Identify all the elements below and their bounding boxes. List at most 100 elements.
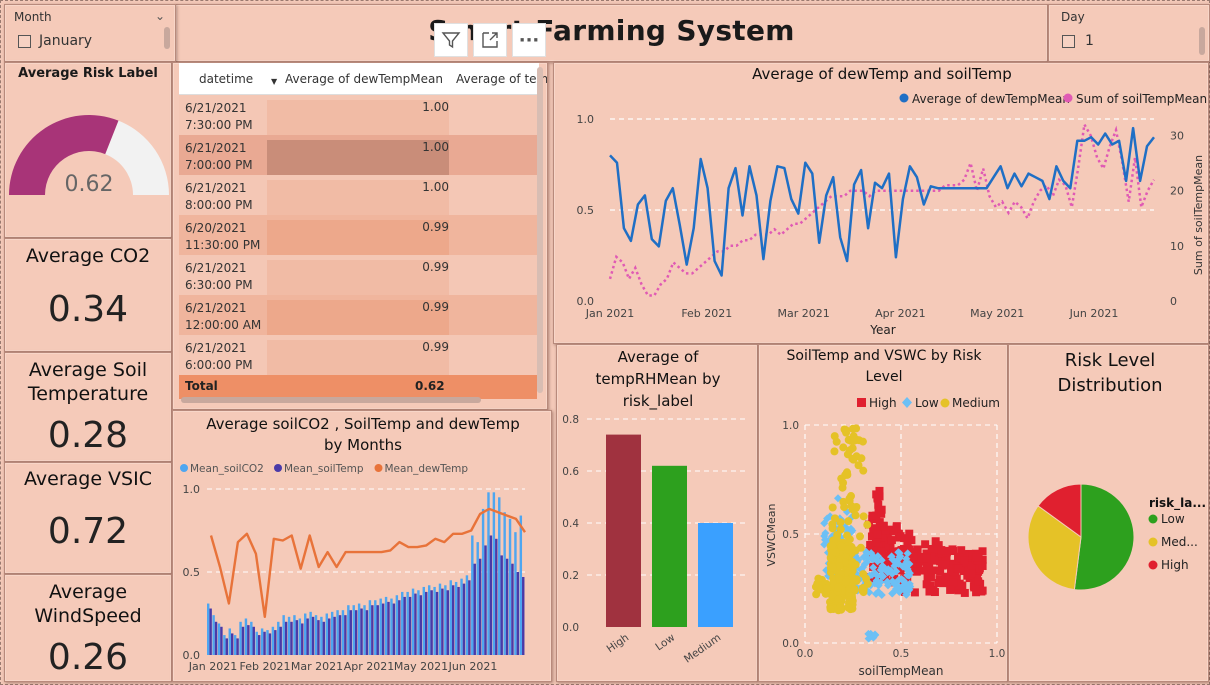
scatter-point-high (905, 529, 914, 538)
bar-soiltemp (360, 608, 363, 655)
legend-marker (1148, 560, 1158, 570)
chart-title-line2: tempRHMean by (596, 370, 721, 388)
x-tick-label: Jan 2021 (188, 660, 237, 673)
kpi-card-vsic[interactable]: Average VSIC 0.72 (4, 462, 172, 574)
y2-axis-label: Sum of soilTempMean (1192, 155, 1205, 275)
month-slicer-value[interactable]: January (39, 33, 92, 49)
bar-soiltemp (236, 638, 239, 655)
risk-gauge-card[interactable]: Average Risk Label 0.62 (4, 62, 172, 238)
x-tick-label: Mar 2021 (777, 307, 829, 320)
chart-title-line3: risk_label (623, 392, 694, 411)
bar-soilco2 (379, 598, 382, 655)
scatter-point-high (972, 553, 981, 562)
data-table[interactable]: datetime ▼ Average of dewTempMean Averag… (172, 62, 548, 410)
temprh-risk-bar-chart[interactable]: Average of tempRHMean by risk_label 0.0 0… (556, 344, 758, 682)
bar-soiltemp (505, 558, 509, 655)
bar-soiltemp (290, 621, 293, 655)
bar-soiltemp (209, 608, 212, 655)
month-slicer-label: Month (14, 10, 52, 24)
legend-label: Mean_soilCO2 (190, 463, 264, 475)
table-row[interactable]: 6/21/2021 6:30:00 PM 0.99 (179, 255, 537, 295)
legend-marker (274, 464, 282, 472)
bar-soiltemp (220, 626, 223, 655)
month-slicer-scrollbar[interactable] (164, 27, 170, 49)
bar-soiltemp (306, 618, 309, 655)
col-header-temp[interactable]: Average of tem (456, 72, 547, 86)
legend-label: Med... (1161, 535, 1198, 549)
kpi-card-soil-temp[interactable]: Average Soil Temperature 0.28 (4, 352, 172, 462)
bar-soilco2 (454, 581, 458, 655)
kpi-card-windspeed[interactable]: Average WindSpeed 0.26 (4, 574, 172, 682)
month-slicer[interactable]: Month ⌄ January (4, 4, 176, 62)
day-checkbox[interactable] (1062, 35, 1075, 48)
day-slicer[interactable]: Day 1 (1048, 4, 1210, 62)
bar-soiltemp (522, 576, 525, 655)
x-tick-label: Jan 2021 (585, 307, 634, 320)
table-row[interactable]: 6/21/2021 7:00:00 PM 1.00 (179, 135, 537, 175)
legend-marker (180, 464, 188, 472)
y-tick-label: 0.0 (562, 622, 579, 634)
bar-soilco2 (282, 615, 285, 655)
bar-soilco2 (390, 598, 393, 655)
months-combo-chart[interactable]: Average soilCO2 , SoilTemp and dewTemp b… (172, 410, 552, 682)
table-row[interactable]: 6/20/2021 11:30:00 PM 0.99 (179, 215, 537, 255)
sort-desc-icon[interactable]: ▼ (271, 77, 277, 86)
bar-soiltemp (446, 590, 450, 655)
y2-tick-label: 10 (1170, 240, 1184, 253)
table-row[interactable]: 6/21/2021 12:00:00 AM 0.99 (179, 295, 537, 335)
x-tick-label: 0.5 (893, 648, 910, 660)
dew-soil-line-chart[interactable]: Average of dewTemp and soilTemp Average … (553, 62, 1209, 344)
soiltemp-vswc-scatter[interactable]: SoilTemp and VSWC by Risk Level High Low… (758, 344, 1008, 682)
kpi-card-co2[interactable]: Average CO2 0.34 (4, 238, 172, 352)
bar-medium (698, 523, 733, 627)
day-slicer-value[interactable]: 1 (1085, 33, 1094, 49)
row-time: 12:00:00 AM (185, 318, 262, 332)
bar-soiltemp (225, 638, 229, 655)
col-header-datetime[interactable]: datetime (199, 72, 253, 86)
chart-title: Average of dewTemp and soilTemp (752, 65, 1012, 83)
col-header-dewtemp[interactable]: Average of dewTempMean (285, 72, 443, 86)
scatter-point-high (937, 546, 946, 555)
combo-chart-svg: Average soilCO2 , SoilTemp and dewTemp b… (180, 415, 526, 673)
y2-tick-label: 0 (1170, 295, 1177, 308)
bar-soilco2 (492, 492, 496, 655)
row-date: 6/21/2021 (185, 181, 247, 195)
scatter-point-medium (834, 583, 843, 592)
bar-soilco2 (498, 497, 501, 655)
bar-soilco2 (255, 631, 258, 655)
x-tick-label: Feb 2021 (240, 660, 291, 673)
scatter-point-high (960, 556, 969, 565)
bar-high (606, 434, 641, 627)
scatter-point-medium (862, 574, 871, 583)
bar-soiltemp (381, 603, 385, 655)
table-row[interactable]: 6/21/2021 6:00:00 PM 0.99 (179, 335, 537, 375)
filter-icon[interactable] (434, 23, 468, 57)
row-value: 0.99 (267, 260, 449, 295)
row-date: 6/21/2021 (185, 261, 247, 275)
month-checkbox[interactable] (18, 35, 31, 48)
bar-soilco2 (384, 596, 388, 655)
scatter-point-high (877, 509, 886, 518)
day-slicer-label: Day (1061, 10, 1085, 24)
table-hscrollbar[interactable] (181, 397, 481, 403)
row-date: 6/21/2021 (185, 341, 247, 355)
chevron-down-icon[interactable]: ⌄ (155, 9, 165, 23)
table-row[interactable]: 6/21/2021 8:00:00 PM 1.00 (179, 175, 537, 215)
more-options-icon[interactable]: ··· (512, 23, 546, 57)
table-row[interactable]: 6/21/2021 7:30:00 PM 1.00 (179, 95, 537, 135)
scatter-point-medium (828, 541, 837, 550)
scatter-point-medium (832, 437, 841, 446)
bar-soilco2 (401, 591, 404, 655)
risk-pie-chart[interactable]: Risk Level Distribution risk_la... Low Me… (1008, 344, 1209, 682)
day-slicer-scrollbar[interactable] (1199, 27, 1205, 55)
bar-soilco2 (244, 618, 248, 655)
header-bar: Smart Farming System (175, 4, 1048, 62)
bar-soilco2 (357, 603, 361, 655)
table-vscrollbar[interactable] (537, 67, 543, 393)
bar-soilco2 (309, 611, 312, 655)
scatter-point-medium (833, 530, 842, 539)
bar-soiltemp (322, 621, 326, 655)
focus-mode-icon[interactable] (473, 23, 507, 57)
scatter-point-high (972, 588, 981, 597)
bar-soilco2 (293, 615, 296, 655)
